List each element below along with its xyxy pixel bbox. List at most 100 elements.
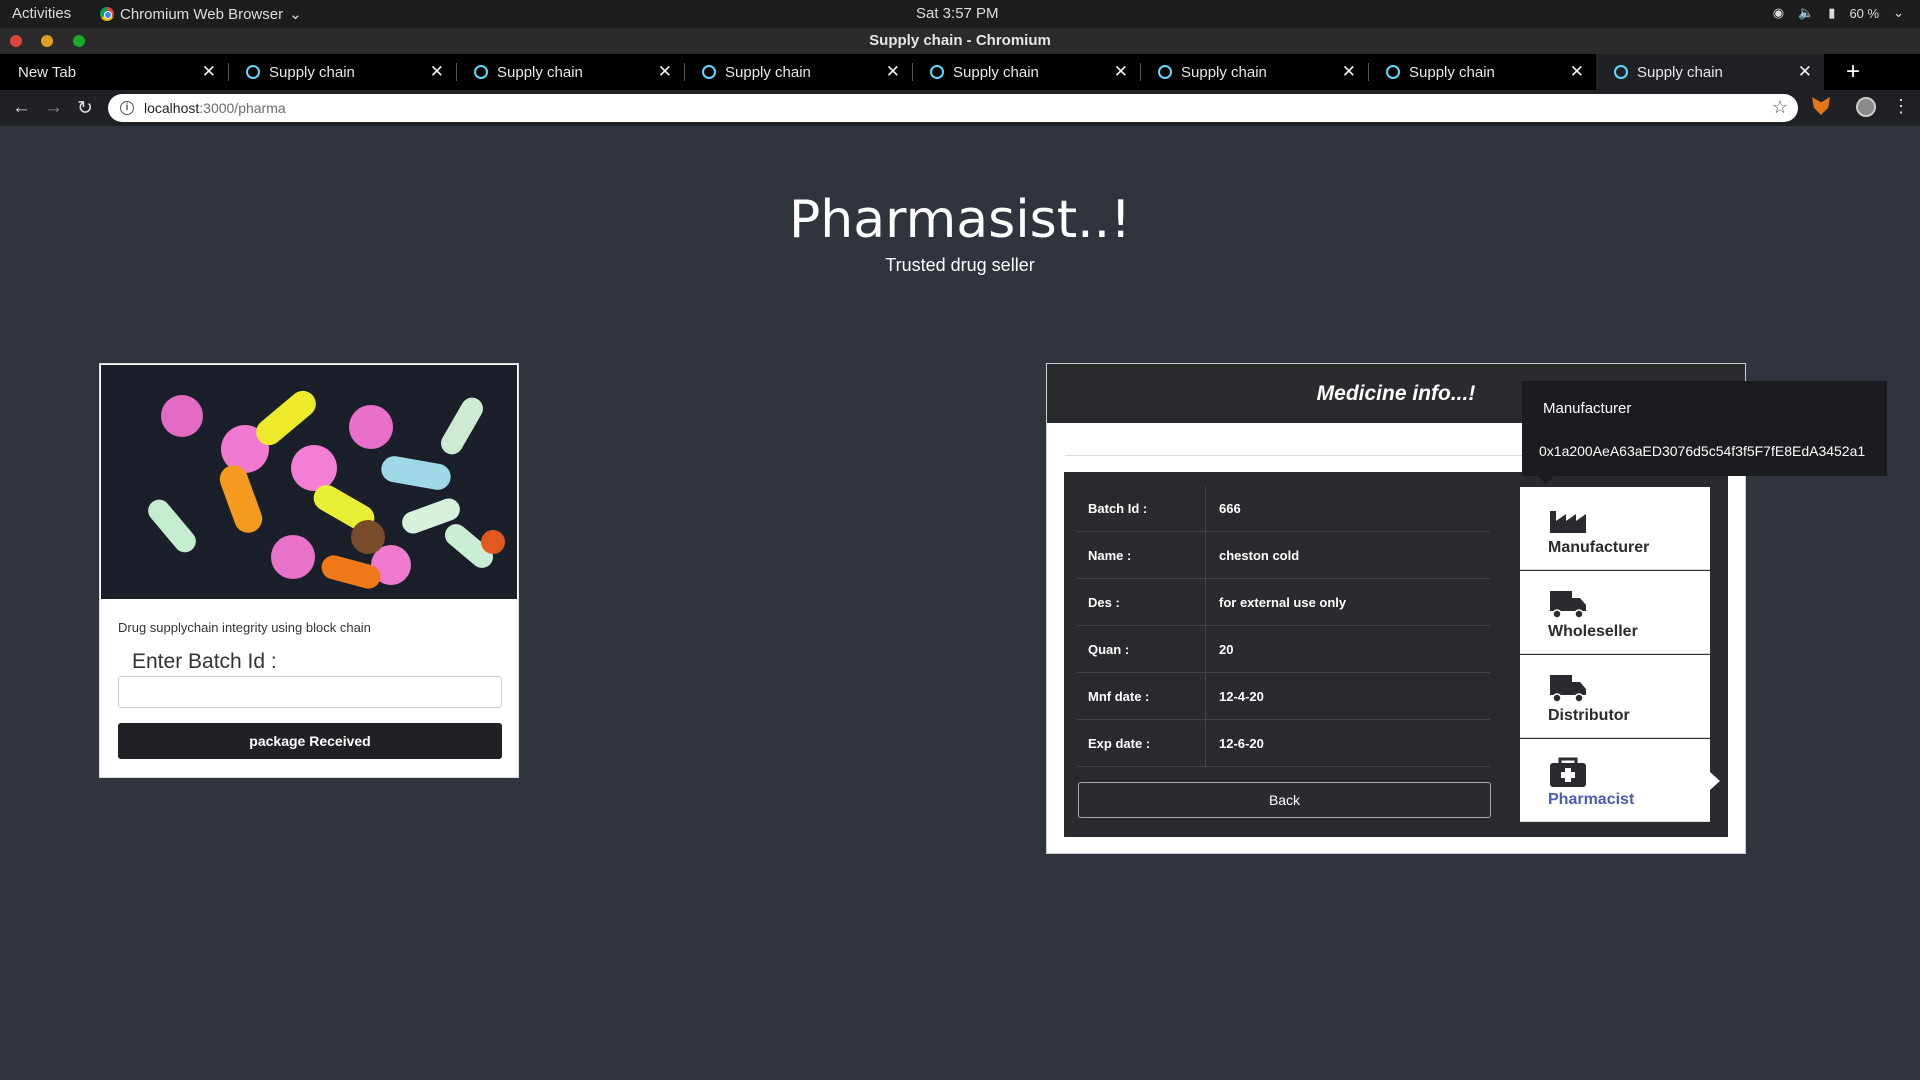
react-icon xyxy=(246,65,260,79)
page-title: Pharmasist..! xyxy=(788,190,1132,250)
step-label: Manufacturer xyxy=(1548,539,1650,556)
truck-icon xyxy=(1550,591,1586,619)
activities-button[interactable]: Activities xyxy=(12,5,71,22)
table-row: Mnf date : 12-4-20 xyxy=(1077,674,1490,720)
close-icon[interactable]: ✕ xyxy=(1342,62,1356,82)
bookmark-star-icon[interactable]: ☆ xyxy=(1772,97,1788,118)
page-subtitle: Trusted drug seller xyxy=(885,255,1035,275)
tab-label: Supply chain xyxy=(1181,63,1267,81)
step-manufacturer[interactable]: Manufacturer xyxy=(1520,487,1710,570)
package-received-button[interactable]: package Received xyxy=(118,723,502,759)
system-tray[interactable]: ◉ 🔈 ▮ 60 % ⌄ xyxy=(1773,5,1904,21)
wifi-icon: ◉ xyxy=(1772,5,1785,20)
info-icon[interactable]: i xyxy=(120,101,134,115)
reload-icon[interactable]: ↻ xyxy=(77,97,93,120)
row-key: Mnf date : xyxy=(1088,689,1150,704)
back-button[interactable]: Back xyxy=(1078,782,1491,818)
app-name: Chromium Web Browser xyxy=(120,5,284,23)
url-path: :3000/pharma xyxy=(199,100,286,116)
browser-toolbar: ← → ↻ i localhost:3000/pharma ☆ xyxy=(0,90,1920,126)
close-icon[interactable]: ✕ xyxy=(658,62,672,82)
row-key: Name : xyxy=(1088,548,1132,563)
table-row: Des : for external use only xyxy=(1077,580,1490,626)
chromium-icon xyxy=(100,7,114,21)
supply-chain-steps: Manufacturer Wholeseller Distributor Pha… xyxy=(1520,487,1720,822)
table-row: Quan : 20 xyxy=(1077,627,1490,673)
close-icon[interactable]: ✕ xyxy=(886,62,900,82)
window-title-bar: Supply chain - Chromium xyxy=(0,28,1920,54)
step-distributor[interactable]: Distributor xyxy=(1520,655,1710,738)
tab-supply-chain[interactable]: Supply chain ✕ xyxy=(1140,54,1369,90)
react-icon xyxy=(1386,65,1400,79)
tab-supply-chain[interactable]: Supply chain ✕ xyxy=(456,54,685,90)
tooltip-address: 0x1a200AeA63aED3076d5c54f3f5F7fE8EdA3452… xyxy=(1539,443,1866,459)
row-key: Des : xyxy=(1088,595,1120,610)
tooltip-title: Manufacturer xyxy=(1543,400,1632,417)
tab-supply-chain-active[interactable]: Supply chain ✕ xyxy=(1596,54,1824,90)
react-icon xyxy=(1158,65,1172,79)
tab-new-tab[interactable]: New Tab ✕ xyxy=(0,54,229,90)
step-label: Distributor xyxy=(1548,707,1630,724)
truck-icon xyxy=(1550,675,1586,703)
tab-label: Supply chain xyxy=(269,63,355,81)
step-label: Wholeseller xyxy=(1548,623,1638,640)
menu-kebab-icon[interactable]: ⋮ xyxy=(1892,96,1910,117)
tab-label: Supply chain xyxy=(1637,63,1723,81)
app-menu[interactable]: Chromium Web Browser ⌄ xyxy=(100,5,302,23)
row-key: Batch Id : xyxy=(1088,501,1148,516)
card-caption: Drug supplychain integrity using block c… xyxy=(118,620,371,635)
react-icon xyxy=(930,65,944,79)
row-value: 20 xyxy=(1219,642,1234,657)
close-icon[interactable]: ✕ xyxy=(202,62,216,82)
row-value: 666 xyxy=(1219,501,1241,516)
batch-id-input[interactable] xyxy=(118,676,502,708)
step-wholeseller[interactable]: Wholeseller xyxy=(1520,571,1710,654)
window-title: Supply chain - Chromium xyxy=(869,32,1051,49)
table-row: Batch Id : 666 xyxy=(1077,486,1490,532)
row-value: 12-4-20 xyxy=(1219,689,1264,704)
close-icon[interactable]: ✕ xyxy=(430,62,444,82)
factory-icon xyxy=(1550,511,1586,533)
batch-id-label: Enter Batch Id : xyxy=(132,650,277,673)
battery-icon: ▮ xyxy=(1828,5,1836,20)
close-icon[interactable]: ✕ xyxy=(1114,62,1128,82)
tab-supply-chain[interactable]: Supply chain ✕ xyxy=(912,54,1141,90)
row-key: Exp date : xyxy=(1088,736,1151,751)
pills-image xyxy=(101,365,517,599)
react-icon xyxy=(474,65,488,79)
step-label: Pharmacist xyxy=(1548,791,1635,808)
os-top-bar: Activities Chromium Web Browser ⌄ Sat 3:… xyxy=(0,0,1920,28)
new-tab-button[interactable]: + xyxy=(1846,58,1860,86)
close-icon[interactable]: ✕ xyxy=(1570,62,1584,82)
step-pharmacist[interactable]: Pharmacist xyxy=(1520,739,1720,822)
tab-label: Supply chain xyxy=(725,63,811,81)
tab-label: New Tab xyxy=(18,63,77,81)
row-value: 12-6-20 xyxy=(1219,736,1264,751)
medicine-details-box: Batch Id : 666 Name : cheston cold Des :… xyxy=(1064,472,1728,837)
tab-label: Supply chain xyxy=(497,63,583,81)
tab-label: Supply chain xyxy=(1409,63,1495,81)
url-host: localhost xyxy=(144,100,200,116)
table-row: Name : cheston cold xyxy=(1077,533,1490,579)
batch-card: Drug supplychain integrity using block c… xyxy=(99,363,519,778)
address-bar[interactable]: i localhost:3000/pharma ☆ xyxy=(108,94,1798,122)
react-icon xyxy=(1614,65,1628,79)
tab-supply-chain[interactable]: Supply chain ✕ xyxy=(1368,54,1596,90)
profile-avatar[interactable] xyxy=(1856,97,1876,117)
forward-arrow-icon[interactable]: → xyxy=(44,97,63,119)
battery-percent: 60 % xyxy=(1849,5,1880,21)
tab-strip: New Tab ✕ Supply chain ✕ Supply chain ✕ … xyxy=(0,54,1920,90)
table-row: Exp date : 12-6-20 xyxy=(1077,721,1490,767)
tab-label: Supply chain xyxy=(953,63,1039,81)
clock[interactable]: Sat 3:57 PM xyxy=(916,5,999,22)
chevron-down-icon: ⌄ xyxy=(1893,5,1904,20)
tab-supply-chain[interactable]: Supply chain ✕ xyxy=(228,54,457,90)
tab-supply-chain[interactable]: Supply chain ✕ xyxy=(684,54,913,90)
close-icon[interactable]: ✕ xyxy=(1798,62,1812,82)
row-key: Quan : xyxy=(1088,642,1130,657)
row-value: for external use only xyxy=(1219,595,1347,610)
row-value: cheston cold xyxy=(1219,548,1300,563)
volume-icon: 🔈 xyxy=(1798,5,1815,20)
react-icon xyxy=(702,65,716,79)
back-arrow-icon[interactable]: ← xyxy=(12,97,31,119)
